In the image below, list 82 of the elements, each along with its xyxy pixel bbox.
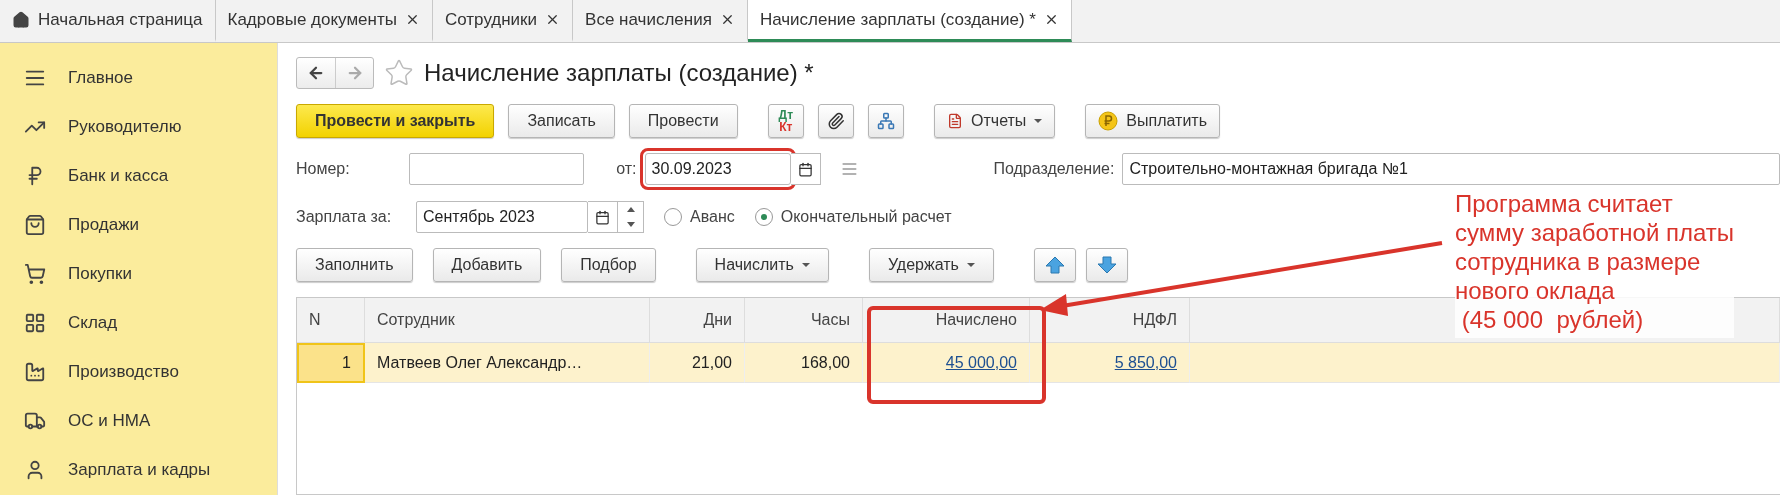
department-field[interactable]: Строительно-монтажная бригада №1 <box>1122 153 1780 185</box>
star-icon[interactable] <box>384 58 414 88</box>
table-cell: 21,00 <box>650 343 745 383</box>
grid-icon <box>24 312 46 335</box>
radio-button[interactable] <box>754 208 773 226</box>
down-arrow-icon <box>1096 256 1117 274</box>
table-button[interactable]: Подбор <box>561 248 656 282</box>
column-header[interactable]: Часы <box>745 298 863 343</box>
coin-icon <box>1098 111 1119 131</box>
sidebar-item[interactable]: ОС и НМА <box>0 396 277 446</box>
sidebar-label: Продажи <box>68 214 139 235</box>
field-label: от: <box>616 160 637 178</box>
sidebar-item[interactable]: Склад <box>0 298 277 348</box>
column-header[interactable]: НДФЛ <box>1030 298 1190 343</box>
tab-label: Кадровые документы <box>227 9 397 30</box>
toolbar-button[interactable]: Записать <box>508 104 615 138</box>
column-header[interactable]: Сотрудник <box>365 298 650 343</box>
tab-label: Начисление зарплаты (создание) * <box>759 9 1036 30</box>
period-field[interactable]: Сентябрь 2023 <box>416 201 588 233</box>
sidebar-item[interactable]: Продажи <box>0 200 277 250</box>
form-title: Начисление зарплаты (создание) * <box>424 59 814 87</box>
amount-link[interactable]: 5 850,00 <box>1114 353 1177 372</box>
cart-icon <box>24 263 46 285</box>
sidebar-label: ОС и НМА <box>68 411 151 432</box>
field-label: Зарплата за: <box>296 208 393 226</box>
field-label: Подразделение: <box>993 160 1115 178</box>
tab-label: Начальная страница <box>38 9 203 30</box>
calendar-icon <box>595 209 610 225</box>
attach-button[interactable] <box>818 104 854 138</box>
reports-button[interactable]: Отчеты <box>934 104 1056 138</box>
calendar-button[interactable] <box>588 201 618 233</box>
up-arrow-icon <box>1044 256 1065 274</box>
structure-button[interactable] <box>868 104 904 138</box>
pay-button[interactable]: Выплатить <box>1085 104 1220 138</box>
calendar-button[interactable] <box>790 153 821 185</box>
structure-icon <box>877 112 895 130</box>
toolbar-button[interactable]: Провести <box>628 104 738 138</box>
table-cell: 1 <box>297 343 365 383</box>
up-caret-icon <box>626 207 635 212</box>
tab-label: Сотрудники <box>444 9 538 30</box>
sidebar-label: Производство <box>68 362 179 383</box>
down-caret-icon <box>626 222 635 227</box>
table-button[interactable]: Заполнить <box>296 248 413 282</box>
sidebar-item[interactable]: Главное <box>0 53 277 103</box>
spin-button[interactable] <box>618 201 644 233</box>
sidebar-label: Главное <box>68 67 133 88</box>
factory-icon <box>24 361 46 384</box>
radio-option[interactable]: Аванс <box>664 208 735 226</box>
home-icon <box>12 10 30 29</box>
tab-label: Все начисления <box>585 9 712 30</box>
column-header[interactable]: Начислено <box>863 298 1030 343</box>
menu-button[interactable]: Начислить <box>695 248 829 282</box>
calendar-icon <box>797 161 813 177</box>
sidebar-label: Зарплата и кадры <box>68 460 211 481</box>
radio-option[interactable]: Окончательный расчет <box>754 208 952 226</box>
report-icon <box>947 113 963 129</box>
table-cell: 168,00 <box>745 343 863 383</box>
post-close-button[interactable]: Провести и закрыть <box>296 104 495 138</box>
field-label: Номер: <box>296 160 351 178</box>
menu-button[interactable]: Удержать <box>868 248 994 282</box>
number-field[interactable] <box>409 153 585 185</box>
dt-kt-button[interactable]: Дт Кт <box>767 104 804 138</box>
sidebar-item[interactable]: Банк и касса <box>0 151 277 201</box>
paperclip-icon <box>827 112 845 130</box>
sidebar-label: Склад <box>68 313 118 334</box>
sidebar-item[interactable]: Покупки <box>0 249 277 299</box>
tab[interactable]: Начисление зарплаты (создание) * <box>747 0 1072 42</box>
bag-icon <box>24 213 46 236</box>
table-button[interactable]: Добавить <box>432 248 542 282</box>
amount-link[interactable]: 45 000,00 <box>945 353 1017 372</box>
sidebar-item[interactable]: Производство <box>0 347 277 397</box>
move-up-button[interactable] <box>1033 248 1076 282</box>
sidebar-item[interactable]: Руководителю <box>0 102 277 152</box>
column-header[interactable]: Дни <box>650 298 745 343</box>
sidebar-item[interactable]: Зарплата и кадры <box>0 445 277 495</box>
table-cell: Матвеев Олег Александр… <box>365 343 650 383</box>
sidebar-label: Руководителю <box>68 116 182 137</box>
column-header[interactable]: N <box>297 298 365 343</box>
sidebar-label: Банк и касса <box>68 165 169 186</box>
sidebar-label: Покупки <box>68 264 132 284</box>
move-down-button[interactable] <box>1085 248 1128 282</box>
radio-button[interactable] <box>664 208 682 226</box>
